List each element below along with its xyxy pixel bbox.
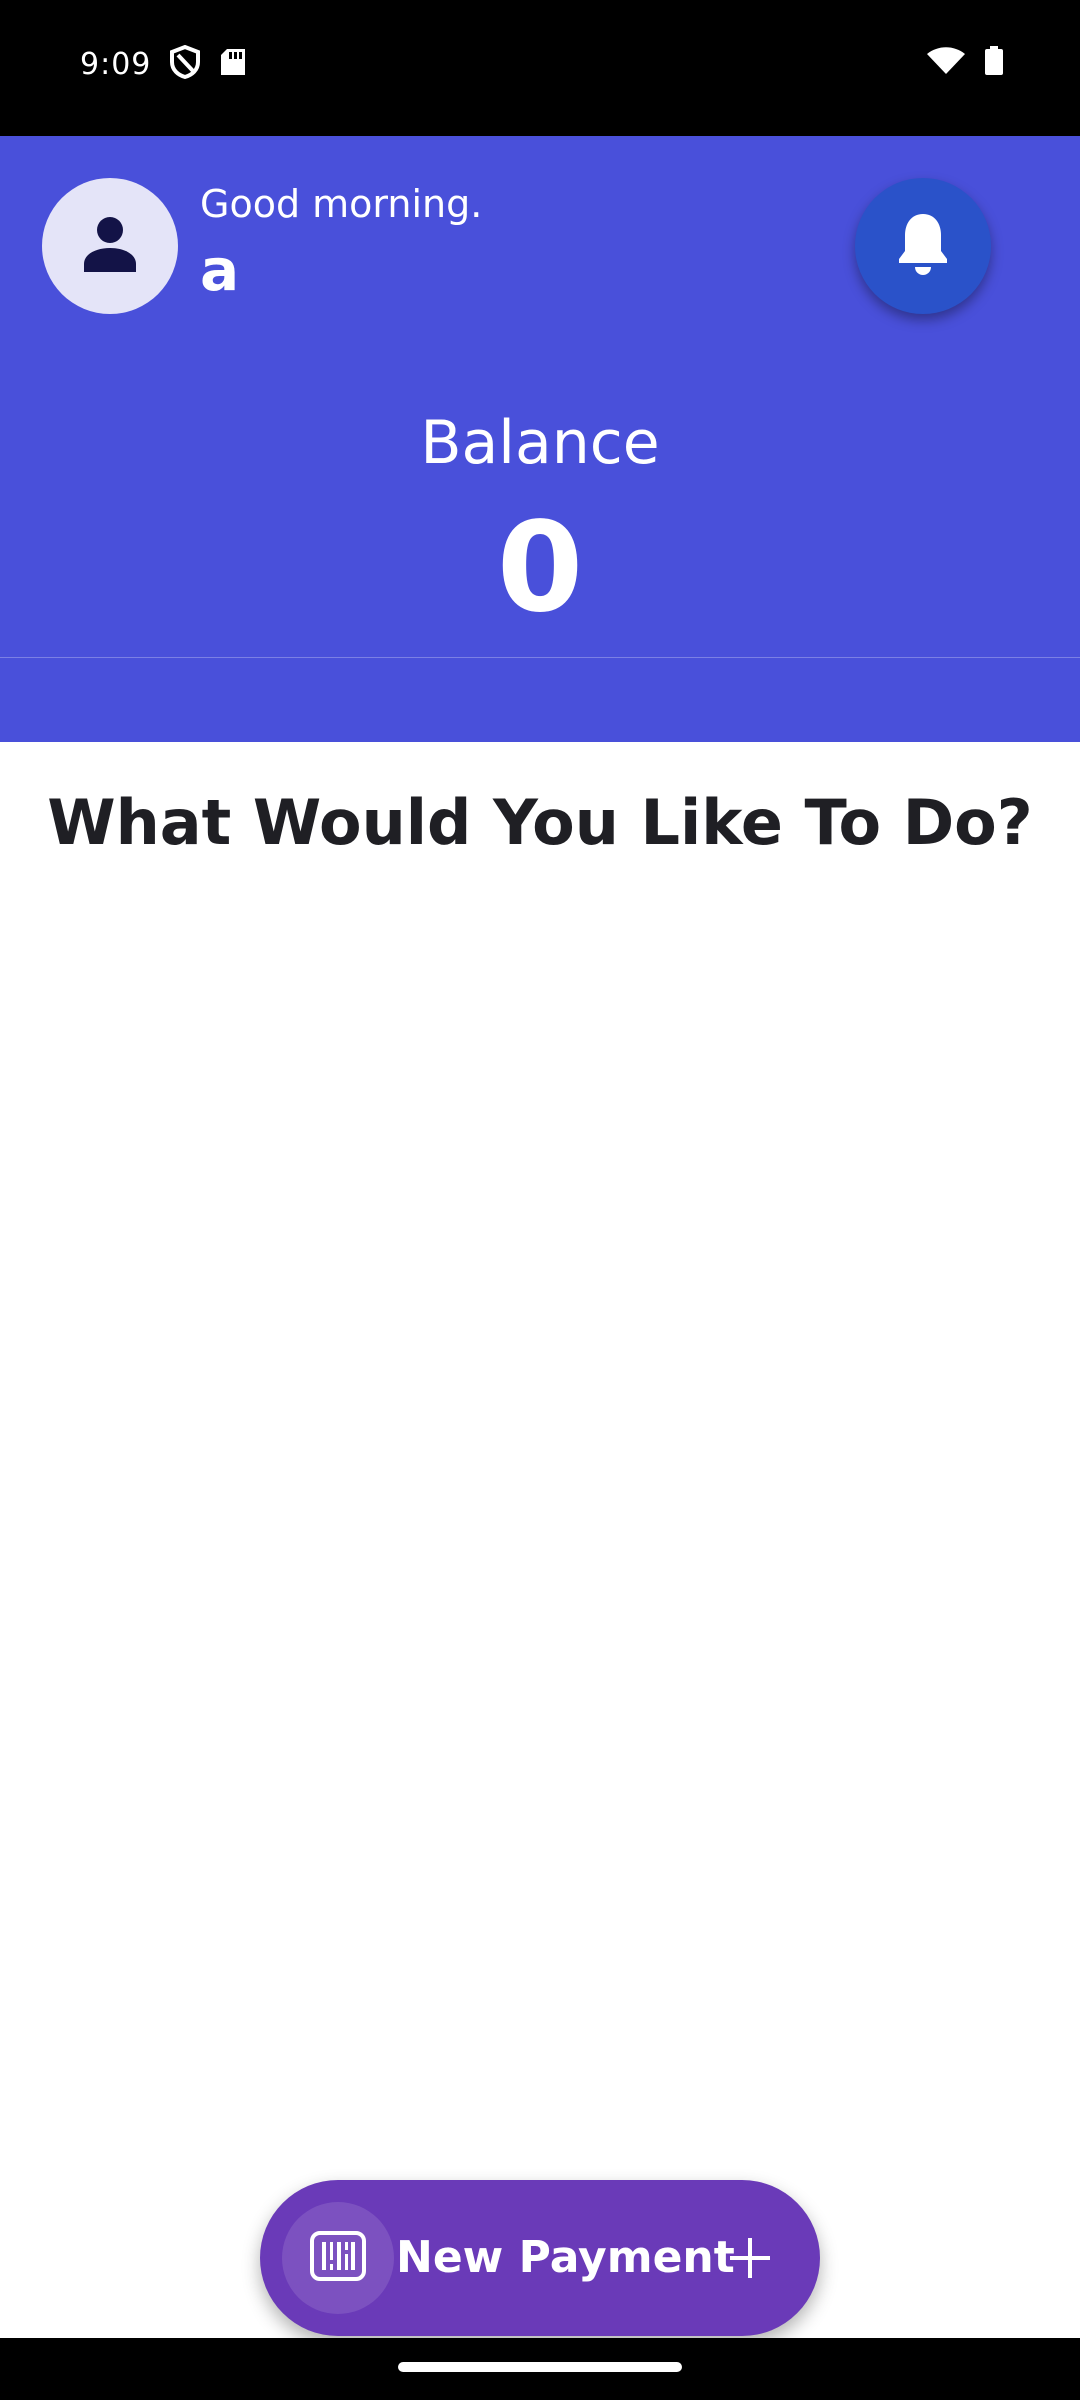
status-bar: 9:09 (0, 0, 1080, 136)
balance-label: Balance (420, 408, 660, 478)
battery-icon (984, 46, 1004, 80)
fab-icon-container (282, 2202, 394, 2314)
new-payment-button[interactable]: New Payment (260, 2180, 820, 2336)
shield-icon (169, 44, 201, 83)
status-time: 9:09 (80, 46, 152, 82)
sd-card-icon (219, 47, 247, 81)
person-icon (80, 214, 140, 278)
avatar[interactable] (42, 178, 178, 314)
home-gesture-handle[interactable] (398, 2362, 682, 2372)
header: Good morning. a Balance 0 (0, 136, 1080, 742)
system-nav-bar (0, 2338, 1080, 2400)
bell-icon (895, 211, 951, 281)
barcode-icon (309, 2230, 367, 2286)
greeting-text: Good morning. (200, 182, 483, 226)
username: a (200, 236, 240, 304)
status-right (926, 46, 1004, 80)
header-divider (0, 657, 1080, 658)
plus-icon (720, 2228, 780, 2288)
section-title: What Would You Like To Do? (47, 786, 1033, 859)
notification-button[interactable] (855, 178, 991, 314)
wifi-icon (926, 46, 966, 80)
new-payment-label: New Payment (396, 2232, 735, 2283)
balance-value: 0 (496, 496, 584, 640)
status-left: 9:09 (80, 44, 247, 84)
